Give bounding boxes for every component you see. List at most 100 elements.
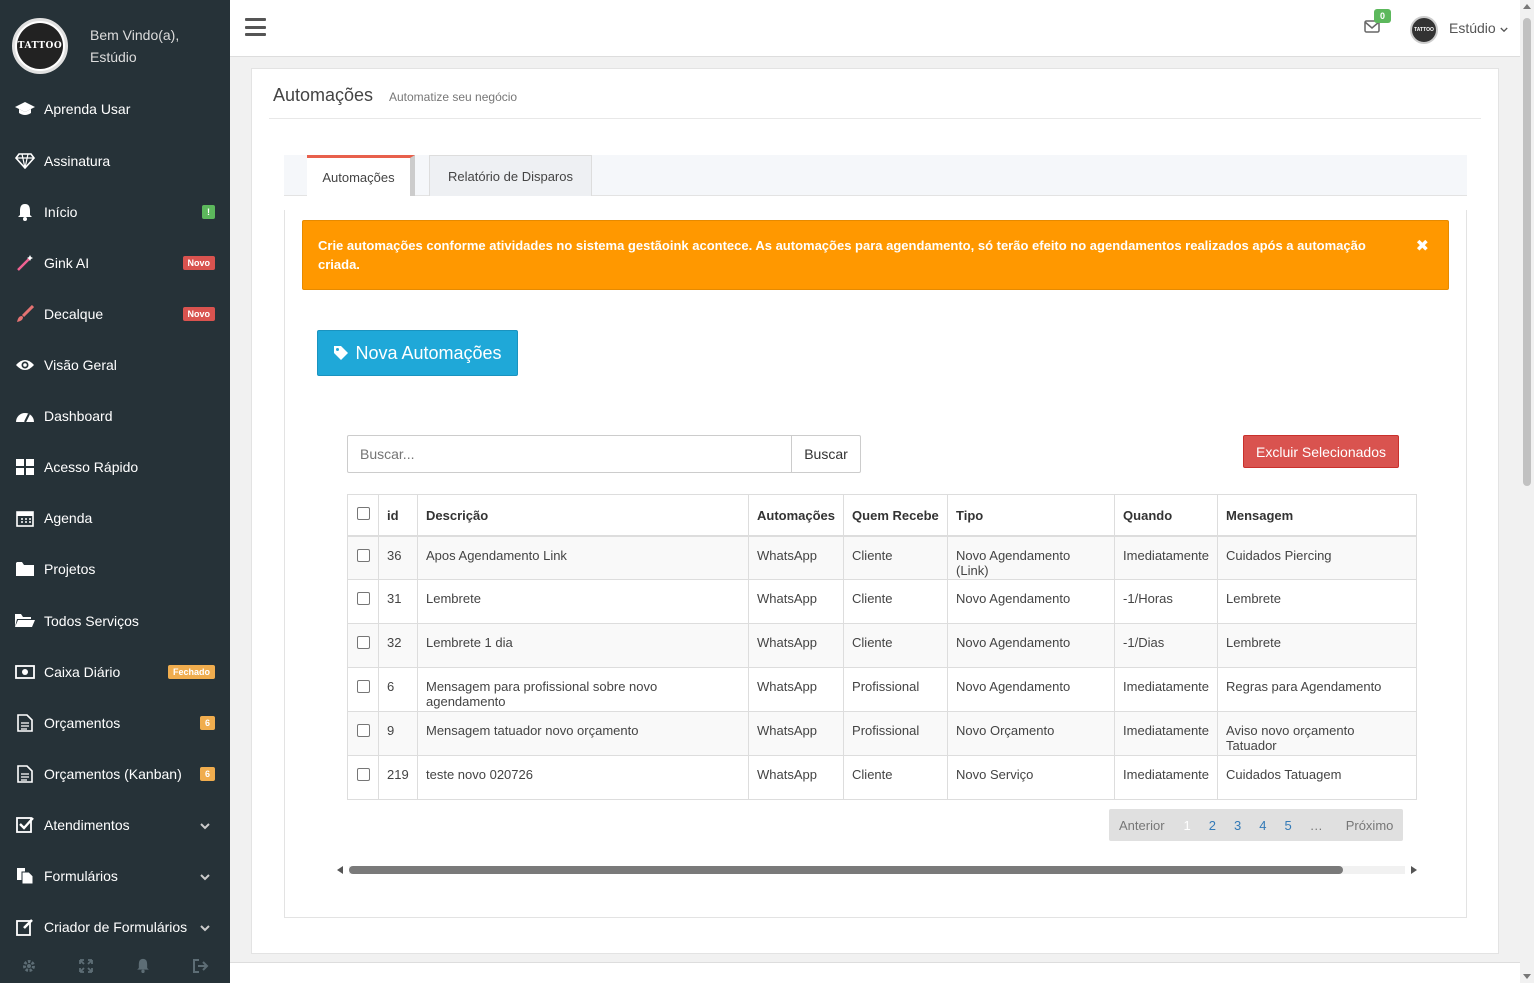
sidebar-item-atendimentos[interactable]: Atendimentos (0, 799, 230, 850)
pagination-page[interactable]: 4 (1250, 818, 1275, 833)
sidebar-item-orcamentos[interactable]: Orçamentos 6 (0, 697, 230, 748)
pagination-page[interactable]: 2 (1200, 818, 1225, 833)
scroll-up-arrow[interactable] (1523, 4, 1531, 9)
table-row[interactable]: 36 Apos Agendamento Link WhatsApp Client… (347, 535, 1418, 580)
pagination-page[interactable]: 3 (1225, 818, 1250, 833)
magic-wand-icon (14, 253, 36, 273)
count-badge: 6 (199, 715, 215, 730)
sidebar-item-agenda[interactable]: Agenda (0, 492, 230, 543)
tab-automacoes[interactable]: Automações (307, 155, 415, 196)
scroll-down-arrow[interactable] (1523, 974, 1531, 979)
col-header-tipo[interactable]: Tipo (947, 494, 1116, 537)
cell-quando: Imediatamente (1114, 755, 1219, 800)
fullscreen-icon[interactable] (78, 958, 93, 976)
eye-icon (14, 355, 36, 375)
cell-id: 219 (378, 755, 418, 800)
cell-quem-recebe: Profissional (843, 711, 949, 756)
sidebar-item-label: Aprenda Usar (44, 100, 131, 117)
pagination: Anterior 1 2 3 4 5 … Próximo (1109, 809, 1404, 841)
col-header-quando[interactable]: Quando (1114, 494, 1219, 537)
calendar-icon (14, 508, 36, 528)
row-checkbox[interactable] (357, 768, 370, 781)
paintbrush-icon (14, 304, 36, 324)
sidebar-item-visao-geral[interactable]: Visão Geral (0, 339, 230, 390)
col-header-id[interactable]: id (378, 494, 418, 537)
sidebar-item-label: Visão Geral (44, 356, 117, 373)
cell-mensagem: Lembrete (1217, 579, 1418, 624)
chevron-down-icon (200, 817, 210, 833)
sidebar-item-caixa-diario[interactable]: Caixa Diário Fechado (0, 646, 230, 697)
sidebar-item-decalque[interactable]: Decalque Novo (0, 288, 230, 339)
pagination-next[interactable]: Próximo (1332, 818, 1404, 833)
row-checkbox[interactable] (357, 592, 370, 605)
hamburger-menu-icon[interactable] (245, 18, 266, 36)
scrollbar-thumb[interactable] (349, 866, 1343, 874)
sidebar-item-gink-ai[interactable]: Gink AI Novo (0, 237, 230, 288)
col-header-quem-recebe[interactable]: Quem Recebe (843, 494, 949, 537)
cell-id: 9 (378, 711, 418, 756)
sidebar-item-dashboard[interactable]: Dashboard (0, 390, 230, 441)
bell-icon[interactable] (136, 958, 150, 976)
row-checkbox[interactable] (357, 680, 370, 693)
tab-relatorio-disparos[interactable]: Relatório de Disparos (429, 155, 592, 196)
main-panel: Automações Automatize seu negócio Automa… (251, 68, 1499, 954)
sidebar-footer (0, 951, 230, 983)
cell-quem-recebe: Cliente (843, 579, 949, 624)
pagination-previous[interactable]: Anterior (1109, 818, 1175, 833)
table-row[interactable]: 31 Lembrete WhatsApp Cliente Novo Agenda… (347, 579, 1418, 624)
sidebar-item-label: Assinatura (44, 152, 111, 169)
logout-icon[interactable] (192, 958, 209, 976)
row-checkbox[interactable] (357, 548, 370, 562)
search-button[interactable]: Buscar (791, 435, 861, 473)
col-header-descricao[interactable]: Descrição (417, 494, 749, 537)
sidebar-item-aprenda-usar[interactable]: Aprenda Usar (0, 83, 230, 134)
row-checkbox[interactable] (357, 636, 370, 649)
cell-quando: Imediatamente (1114, 667, 1219, 712)
studio-logo[interactable]: TATTOO (12, 18, 68, 74)
cell-mensagem: Lembrete (1217, 623, 1418, 668)
cell-automacoes: WhatsApp (747, 623, 845, 668)
scroll-left-arrow[interactable] (337, 866, 343, 874)
page-title: Automações (273, 85, 374, 105)
cell-tipo: Novo Serviço (947, 755, 1116, 800)
cell-descricao: Lembrete 1 dia (417, 623, 749, 668)
table-row[interactable]: 219 teste novo 020726 WhatsApp Cliente N… (347, 755, 1418, 800)
gear-icon[interactable] (22, 959, 36, 976)
sidebar-item-label: Dashboard (44, 407, 113, 424)
cell-quem-recebe: Cliente (843, 535, 949, 580)
sidebar-item-criador-formularios[interactable]: Criador de Formulários (0, 901, 230, 952)
pagination-page[interactable]: 5 (1275, 818, 1300, 833)
row-select-cell (347, 667, 379, 712)
sidebar-item-inicio[interactable]: Início ! (0, 186, 230, 237)
close-icon[interactable]: ✖ (1416, 237, 1429, 256)
new-automation-button[interactable]: Nova Automações (317, 330, 518, 376)
scrollbar-thumb[interactable] (1523, 18, 1531, 486)
row-checkbox[interactable] (357, 724, 370, 737)
sidebar-item-label: Agenda (44, 509, 93, 526)
delete-selected-button[interactable]: Excluir Selecionados (1243, 435, 1399, 468)
cell-id: 36 (378, 535, 418, 580)
scroll-right-arrow[interactable] (1411, 866, 1417, 874)
sidebar-item-acesso-rapido[interactable]: Acesso Rápido (0, 441, 230, 492)
table-row[interactable]: 9 Mensagem tatuador novo orçamento Whats… (347, 711, 1418, 756)
sidebar-item-projetos[interactable]: Projetos (0, 543, 230, 594)
table-row[interactable]: 32 Lembrete 1 dia WhatsApp Cliente Novo … (347, 623, 1418, 668)
table-row[interactable]: 6 Mensagem para profissional sobre novo … (347, 667, 1418, 712)
sidebar-item-assinatura[interactable]: Assinatura (0, 135, 230, 186)
top-navbar: 0 TATTOO Estúdio (230, 0, 1520, 57)
sidebar-profile: TATTOO Bem Vindo(a), Estúdio (0, 0, 230, 92)
user-avatar[interactable]: TATTOO (1410, 16, 1438, 44)
sidebar-item-orcamentos-kanban[interactable]: Orçamentos (Kanban) 6 (0, 748, 230, 799)
user-menu[interactable]: Estúdio (1449, 20, 1508, 36)
vertical-scrollbar[interactable] (1520, 0, 1534, 983)
sidebar-item-todos-servicos[interactable]: Todos Serviços (0, 595, 230, 646)
col-header-automacoes[interactable]: Automações (747, 494, 845, 537)
automations-table: id Descrição Automações Quem Recebe Tipo… (347, 494, 1418, 800)
horizontal-scrollbar[interactable] (337, 864, 1417, 876)
col-header-mensagem[interactable]: Mensagem (1217, 494, 1418, 537)
pagination-page-current[interactable]: 1 (1175, 818, 1200, 833)
check-square-icon (14, 815, 36, 835)
sidebar-item-formularios[interactable]: Formulários (0, 850, 230, 901)
select-all-checkbox[interactable] (357, 507, 370, 520)
search-input[interactable] (347, 435, 792, 473)
